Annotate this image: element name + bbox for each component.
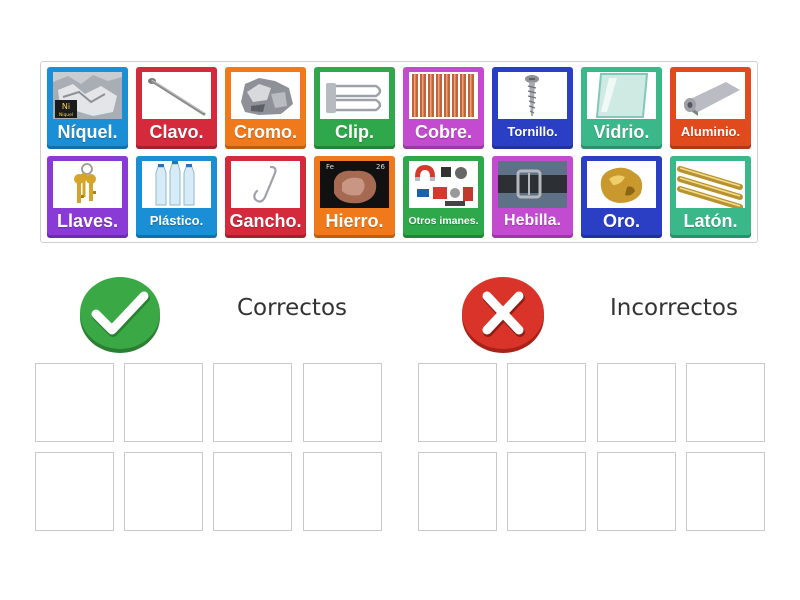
safety-pin-icon (320, 72, 389, 119)
tile-label: Hebilla. (504, 212, 561, 229)
tile-label: Llaves. (56, 211, 119, 231)
tile-label: Tornillo. (507, 124, 558, 139)
svg-text:Niquel: Niquel (59, 112, 73, 118)
correct-drop-slot[interactable] (124, 363, 203, 442)
tile-label: Gancho. (229, 211, 302, 231)
incorrect-drop-slot[interactable] (507, 452, 586, 531)
word-tile-gancho[interactable]: Gancho. (225, 156, 306, 238)
word-tile-clavo[interactable]: Clavo. (136, 67, 217, 149)
word-tile-níquel[interactable]: Ni Niquel Níquel. (47, 67, 128, 149)
word-tile-clip[interactable]: Clip. (314, 67, 395, 149)
correct-drop-slot[interactable] (35, 452, 114, 531)
cross-icon (460, 274, 546, 354)
iron-element-icon: Fe 26 (320, 161, 389, 208)
brass-tubes-icon (676, 161, 745, 208)
incorrect-drop-slot[interactable] (597, 452, 676, 531)
svg-text:Ni: Ni (62, 102, 70, 111)
gold-nugget-icon (587, 161, 656, 208)
incorrect-drop-slot[interactable] (507, 363, 586, 442)
tile-label: Hierro. (325, 211, 384, 231)
incorrect-drop-slot[interactable] (418, 452, 497, 531)
screw-icon (498, 72, 567, 119)
tile-label: Oro. (602, 211, 640, 231)
incorrect-group-title: Incorrectos (610, 295, 738, 321)
correct-drop-slot[interactable] (35, 363, 114, 442)
copper-pipes-icon (409, 72, 478, 119)
magnets-icon (409, 161, 478, 208)
word-tile-hebilla[interactable]: Hebilla. (492, 156, 573, 238)
correct-group-title: Correctos (237, 295, 348, 321)
tile-label: Cobre. (414, 122, 472, 142)
hook-icon (231, 161, 300, 208)
belt-buckle-icon (498, 161, 567, 208)
nickel-foil-icon: Ni Niquel (53, 72, 122, 119)
word-tile-tornillo[interactable]: Tornillo. (492, 67, 573, 149)
tile-label: Níquel. (57, 122, 118, 142)
word-tile-vidrio[interactable]: Vidrio. (581, 67, 662, 149)
incorrect-drop-slot[interactable] (686, 363, 765, 442)
tile-label: Vidrio. (593, 122, 650, 142)
svg-text:Fe: Fe (326, 163, 334, 171)
word-tile-hierro[interactable]: Fe 26 Hierro. (314, 156, 395, 238)
correct-drop-slot[interactable] (213, 452, 292, 531)
correct-drop-slot[interactable] (303, 363, 382, 442)
tile-label: Latón. (683, 211, 738, 231)
tile-label: Cromo. (234, 122, 297, 142)
correct-drop-slot[interactable] (303, 452, 382, 531)
word-tile-cromo[interactable]: Cromo. (225, 67, 306, 149)
word-tile-plástico[interactable]: Plástico. (136, 156, 217, 238)
incorrect-drop-slot[interactable] (597, 363, 676, 442)
svg-text:26: 26 (376, 163, 385, 171)
word-tile-oro[interactable]: Oro. (581, 156, 662, 238)
nail-icon (142, 72, 211, 119)
checkmark-icon (78, 274, 162, 354)
incorrect-drop-slot[interactable] (686, 452, 765, 531)
tile-label: Otros imanes. (408, 215, 479, 227)
word-tile-otros-imanes[interactable]: Otros imanes. (403, 156, 484, 238)
correct-drop-slot[interactable] (124, 452, 203, 531)
tile-label: Clavo. (149, 122, 204, 142)
plastic-bottles-icon (142, 161, 211, 208)
word-tile-llaves[interactable]: Llaves. (47, 156, 128, 238)
incorrect-drop-slot[interactable] (418, 363, 497, 442)
correct-drop-slot[interactable] (213, 363, 292, 442)
chromium-chunk-icon (231, 72, 300, 119)
glass-pane-icon (587, 72, 656, 119)
tile-label: Clip. (335, 122, 374, 142)
word-tile-latón[interactable]: Latón. (670, 156, 751, 238)
word-tile-aluminio[interactable]: Aluminio. (670, 67, 751, 149)
word-tile-cobre[interactable]: Cobre. (403, 67, 484, 149)
keys-icon (53, 161, 122, 208)
tile-label: Plástico. (149, 213, 204, 228)
aluminum-roll-icon (676, 72, 745, 119)
tile-label: Aluminio. (680, 124, 741, 139)
